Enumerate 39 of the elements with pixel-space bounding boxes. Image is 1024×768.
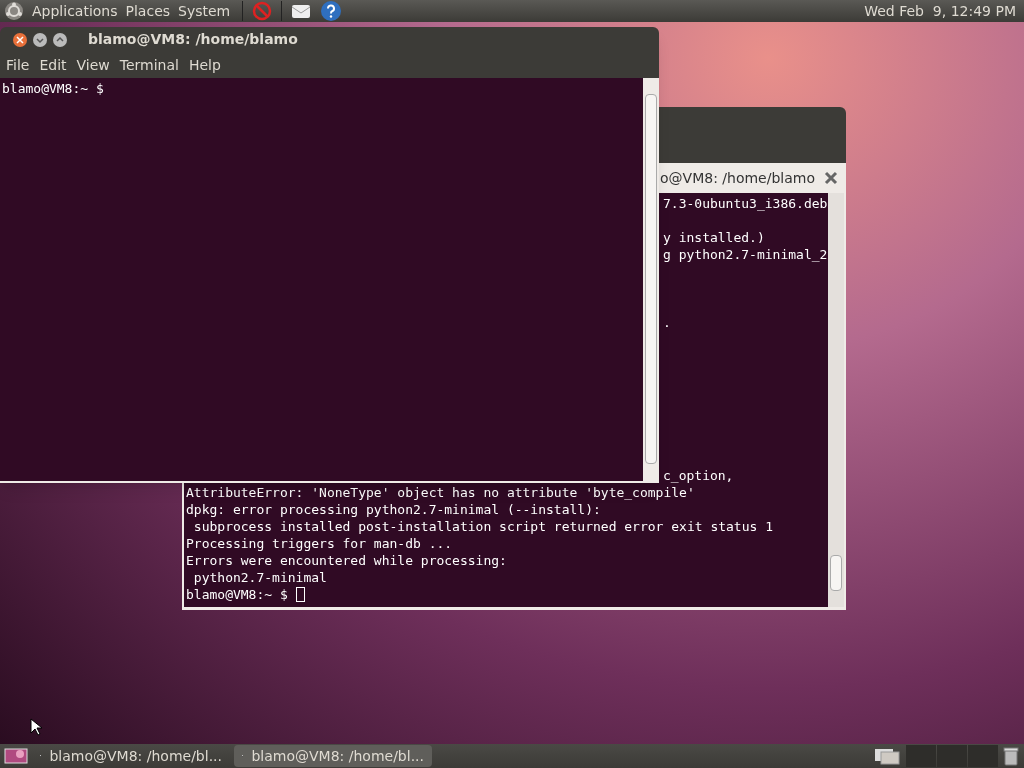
terminal-line: . <box>663 315 671 330</box>
window-title: blamo@VM8: /home/blamo <box>88 30 298 49</box>
close-icon[interactable] <box>12 31 28 48</box>
terminal-line: subprocess installed post-installation script returned error exit status 1 <box>192 519 773 534</box>
terminal-line: blamo@VM8:~ $ <box>186 586 289 603</box>
panel-menu[interactable]: Applications <box>32 0 118 22</box>
terminal-line: c_option, <box>663 468 734 483</box>
terminal-line: 7.3-0ubuntu3_i386.deb <box>663 196 828 211</box>
terminal-line: g python2.7-minimal_2 <box>663 247 828 262</box>
minimize-icon[interactable] <box>32 31 48 48</box>
menu-item[interactable]: Help <box>188 54 221 76</box>
panel-menu[interactable]: Places <box>125 0 171 22</box>
workspace-switcher-icon[interactable] <box>874 747 902 765</box>
terminal-line: AttributeError: 'NoneType' object has no attribute 'byte_compile' <box>186 485 695 500</box>
terminal-line: python2.7-minimal <box>192 570 327 585</box>
mouse-pointer-icon <box>30 718 42 736</box>
clock[interactable]: Wed Feb 9, 12:49 PM <box>864 0 1020 22</box>
taskbar-button[interactable]: blamo@VM8: /home/bl... <box>234 745 432 767</box>
maximize-icon[interactable] <box>52 31 68 48</box>
menu-item[interactable]: View <box>76 54 110 76</box>
menu-item[interactable]: Terminal <box>119 54 179 76</box>
terminal-line: Processing triggers for man-db ... <box>186 536 453 551</box>
terminal-line: dpkg: error processing python2.7-minimal (--install): <box>186 502 601 517</box>
trash-icon[interactable] <box>1002 746 1020 766</box>
help-icon[interactable] <box>320 0 343 22</box>
terminal-line: blamo@VM8:~ $ <box>2 81 104 96</box>
ubuntu-logo-icon <box>4 1 24 21</box>
cursor <box>295 587 305 602</box>
menu-item[interactable]: File <box>6 54 30 76</box>
panel-menu[interactable]: System <box>178 0 231 22</box>
terminal-line: Errors were encountered while processing: <box>186 553 507 568</box>
tab-title[interactable]: o@VM8: /home/blamo <box>660 167 815 189</box>
taskbar-button[interactable]: blamo@VM8: /home/bl... <box>32 745 230 767</box>
close-icon[interactable] <box>824 171 838 185</box>
show-desktop-icon[interactable] <box>4 747 28 765</box>
terminal-line: y installed.) <box>663 230 765 245</box>
scrollbar[interactable] <box>828 193 844 607</box>
scrollbar[interactable] <box>643 78 659 481</box>
menu-item[interactable]: Edit <box>39 54 67 76</box>
